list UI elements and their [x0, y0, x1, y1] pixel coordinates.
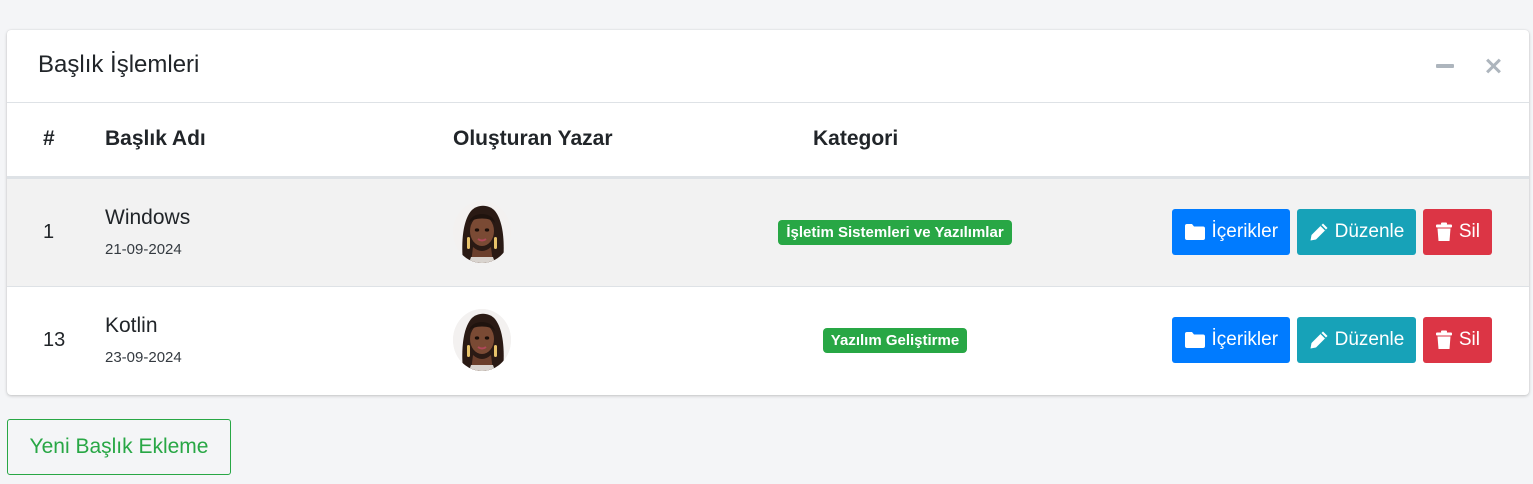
pencil-icon: [1309, 330, 1329, 350]
row-category-cell: Yazılım Geliştirme: [685, 286, 1105, 394]
author-avatar: [453, 201, 511, 263]
close-icon: [1485, 58, 1501, 74]
edit-button[interactable]: Düzenle: [1296, 317, 1417, 364]
header-actions: [1105, 103, 1529, 177]
category-badge: Yazılım Geliştirme: [822, 327, 968, 353]
trash-icon: [1435, 222, 1453, 242]
new-topic-button[interactable]: Yeni Başlık Ekleme: [7, 419, 231, 475]
row-title: Kotlin: [105, 314, 158, 338]
contents-button[interactable]: İçerikler: [1171, 209, 1291, 255]
contents-button[interactable]: İçerikler: [1171, 317, 1291, 364]
row-num: 1: [43, 220, 55, 243]
table-row: 13 Kotlin 23-09-2024 Yazılım Geliştirme …: [7, 286, 1529, 394]
trash-icon: [1435, 330, 1453, 350]
topics-card: Başlık İşlemleri # Başlık Adı Oluşturan …: [7, 30, 1529, 395]
edit-button-label: Düzenle: [1334, 221, 1405, 242]
category-badge: İşletim Sistemleri ve Yazılımlar: [778, 219, 1012, 245]
minus-icon: [1436, 64, 1454, 68]
topics-table: # Başlık Adı Oluşturan Yazar Kategori 1 …: [7, 103, 1529, 394]
row-author-cell: [453, 286, 685, 394]
delete-button[interactable]: Sil: [1422, 209, 1492, 255]
row-date: 21-09-2024: [105, 241, 182, 258]
row-author-cell: [453, 177, 685, 286]
card-header: Başlık İşlemleri: [7, 30, 1529, 103]
row-num: 13: [43, 328, 66, 351]
row-actions: İçerikler Düzenle Sil: [1105, 177, 1529, 286]
contents-button-label: İçerikler: [1211, 221, 1279, 242]
collapse-button[interactable]: [1433, 54, 1457, 78]
card-title: Başlık İşlemleri: [38, 51, 200, 78]
delete-button-label: Sil: [1458, 329, 1480, 351]
header-author: Oluşturan Yazar: [453, 127, 613, 151]
row-title-cell: Windows 21-09-2024: [105, 177, 453, 286]
row-title-cell: Kotlin 23-09-2024: [105, 286, 453, 394]
row-actions: İçerikler Düzenle Sil: [1105, 286, 1529, 394]
contents-button-label: İçerikler: [1211, 329, 1279, 351]
folder-icon: [1184, 331, 1206, 349]
row-category-cell: İşletim Sistemleri ve Yazılımlar: [685, 177, 1105, 286]
close-button[interactable]: [1481, 54, 1505, 78]
row-title: Windows: [105, 206, 191, 229]
pencil-icon: [1309, 222, 1329, 242]
header-title: Başlık Adı: [105, 127, 206, 151]
folder-icon: [1184, 223, 1206, 241]
edit-button-label: Düzenle: [1334, 329, 1405, 351]
edit-button[interactable]: Düzenle: [1296, 209, 1417, 255]
author-avatar: [453, 309, 511, 372]
delete-button-label: Sil: [1458, 221, 1480, 242]
header-num: #: [43, 127, 55, 151]
table-row: 1 Windows 21-09-2024 İşletim Sistemleri …: [7, 177, 1529, 286]
header-category: Kategori: [813, 127, 899, 151]
delete-button[interactable]: Sil: [1422, 317, 1492, 364]
table-header-row: # Başlık Adı Oluşturan Yazar Kategori: [7, 103, 1529, 177]
row-date: 23-09-2024: [105, 349, 182, 367]
